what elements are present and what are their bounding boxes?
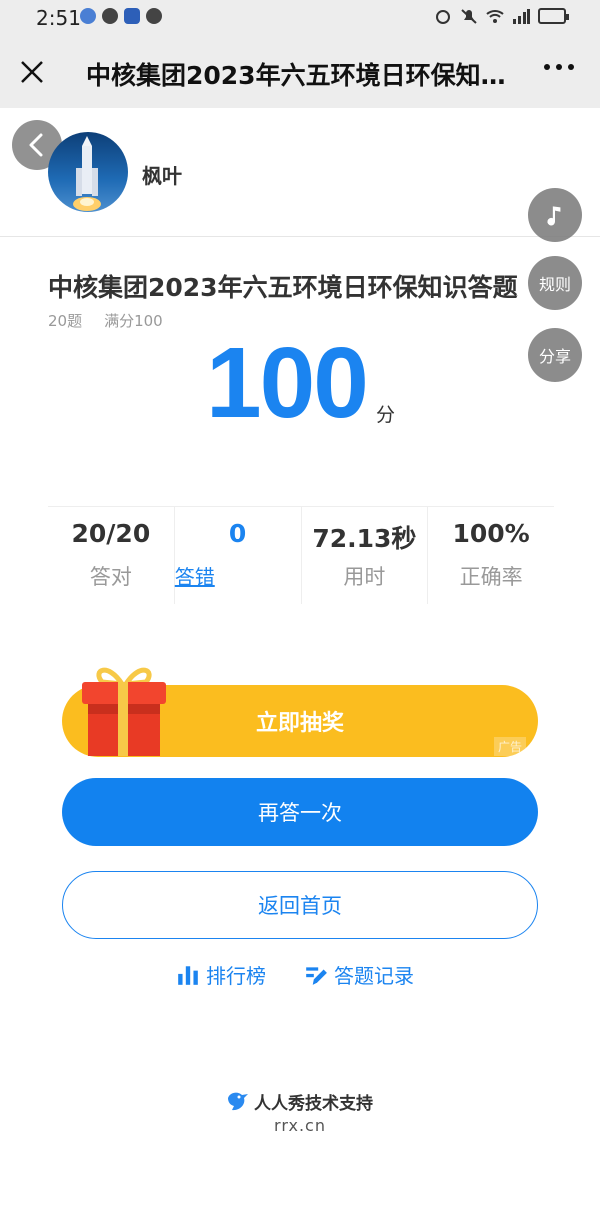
quiz-title: 中核集团2023年六五环境日环保知识答题 [48, 273, 518, 302]
ranking-link[interactable]: 排行榜 [176, 960, 266, 989]
home-button[interactable]: 返回首页 [62, 871, 538, 939]
system-icons [434, 8, 569, 24]
records-label: 答题记录 [334, 964, 414, 988]
wrong-answers-link[interactable]: 答错 [175, 561, 301, 590]
message-icon [102, 8, 118, 24]
stat-value: 20/20 [71, 519, 151, 548]
username: 枫叶 [142, 164, 182, 188]
footer-brand: 人人秀技术支持 [224, 1088, 373, 1114]
edit-icon [306, 966, 327, 985]
stat-value: 72.13秒 [312, 524, 417, 553]
music-button[interactable] [528, 188, 582, 242]
notification-icons [80, 8, 162, 24]
bar-chart-icon [178, 965, 198, 985]
stat-correct: 20/20 答对 [48, 507, 175, 604]
question-count: 20题 [48, 312, 83, 330]
footer-url[interactable]: rrx.cn [0, 1116, 600, 1135]
ad-tag: 广告 [494, 737, 527, 756]
browser-icon [80, 8, 96, 24]
stat-label: 正确率 [459, 565, 523, 589]
stat-value: 100% [452, 519, 530, 548]
wifi-icon [486, 10, 504, 23]
stat-wrong[interactable]: 0 答错 [175, 507, 302, 604]
gift-icon [82, 667, 166, 756]
quiz-meta: 20题 满分100 [48, 310, 163, 331]
mute-icon [461, 9, 477, 24]
stat-time: 72.13秒 用时 [302, 507, 429, 604]
stats-panel: 20/20 答对 0 答错 72.13秒 用时 100% 正确率 [48, 506, 554, 604]
stat-label: 答对 [89, 565, 132, 589]
rules-button[interactable]: 规则 [528, 256, 582, 310]
title-bar: 中核集团2023年六五环境日环保知... [0, 36, 600, 108]
bottom-links: 排行榜 答题记录 [176, 960, 414, 989]
records-link[interactable]: 答题记录 [304, 960, 414, 989]
stat-accuracy: 100% 正确率 [428, 507, 554, 604]
stat-label: 用时 [343, 565, 386, 589]
bird-logo-icon [228, 1092, 248, 1111]
status-time: 2:51 [36, 6, 81, 30]
share-button[interactable]: 分享 [528, 328, 582, 382]
page-title: 中核集团2023年六五环境日环保知... [86, 61, 506, 90]
music-icon [547, 206, 561, 226]
status-bar: 2:51 [0, 0, 600, 36]
full-score: 满分100 [104, 312, 163, 330]
eye-icon [146, 8, 162, 24]
alarm-icon [436, 10, 450, 24]
divider [0, 236, 600, 237]
close-icon[interactable] [14, 54, 50, 90]
brand-text: 人人秀技术支持 [254, 1093, 373, 1114]
retry-button[interactable]: 再答一次 [62, 778, 538, 846]
rocket-image [73, 136, 101, 211]
battery-icon [538, 8, 569, 24]
signal-icon [513, 9, 530, 24]
score-unit: 分 [376, 404, 396, 426]
stat-value: 0 [228, 519, 247, 548]
more-icon[interactable] [544, 64, 574, 70]
app-icon [124, 8, 140, 24]
score-value: 100 [206, 327, 369, 439]
ranking-label: 排行榜 [206, 964, 266, 988]
avatar [48, 132, 128, 212]
